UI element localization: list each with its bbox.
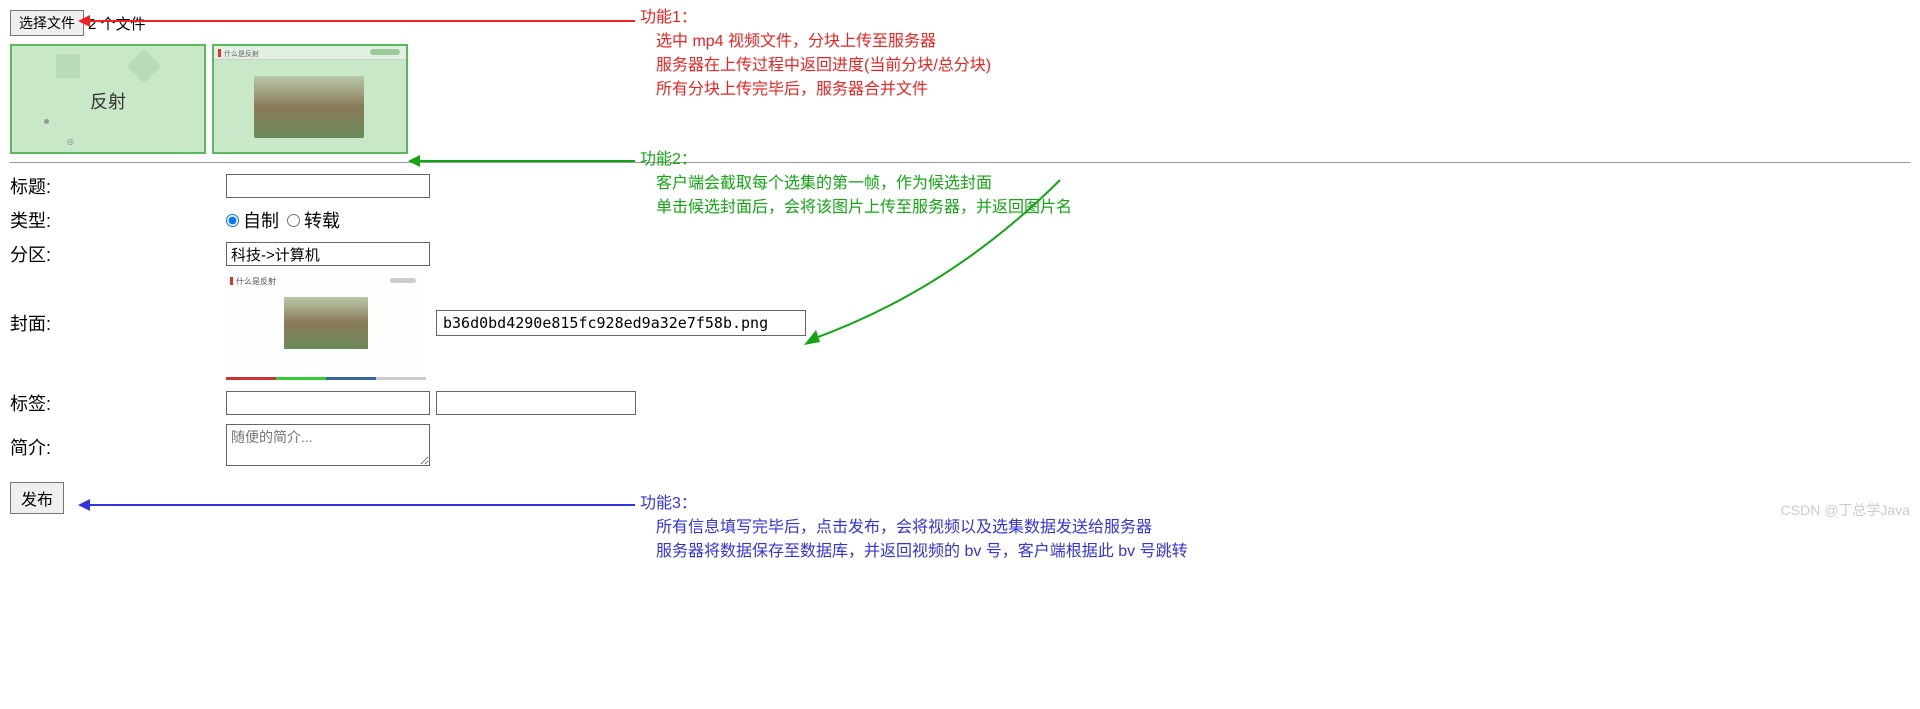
tag-input-1[interactable]: [226, 391, 430, 415]
category-label: 分区:: [10, 241, 226, 267]
type-opt2-label: 转载: [304, 207, 340, 233]
thumb1-caption: 反射: [12, 88, 204, 114]
tag-label: 标签:: [10, 390, 226, 416]
watermark: CSDN @丁总学Java: [1781, 500, 1910, 520]
arrow-feature2-curve: [810, 320, 812, 322]
file-count-text: 2 个文件: [88, 13, 146, 34]
thumbnail-1[interactable]: 反射 ◎: [10, 44, 206, 154]
choose-file-button[interactable]: 选择文件: [10, 10, 84, 36]
cover-filename-input[interactable]: [436, 310, 806, 336]
type-radio-self[interactable]: [226, 214, 239, 227]
publish-button[interactable]: 发布: [10, 482, 64, 514]
progress-colorbar: [226, 377, 426, 380]
callout-feature1: 功能1： 选中 mp4 视频文件，分块上传至服务器 服务器在上传过程中返回进度(…: [640, 6, 991, 102]
thumb1-footer: ◎: [67, 137, 74, 146]
title-label: 标题:: [10, 173, 226, 199]
desc-label: 简介:: [10, 424, 226, 460]
arrow-feature3: [80, 504, 635, 506]
type-label: 类型:: [10, 207, 226, 233]
title-input[interactable]: [226, 174, 430, 198]
type-opt1-label: 自制: [243, 207, 279, 233]
cover-thumbnail[interactable]: 什么是反射: [226, 275, 422, 371]
cover-label: 封面:: [10, 310, 226, 336]
description-textarea[interactable]: [226, 424, 430, 466]
category-input[interactable]: [226, 242, 430, 266]
type-radio-repost[interactable]: [287, 214, 300, 227]
cover-thumb-title: 什么是反射: [236, 276, 276, 287]
thumb2-title: 什么是反射: [224, 49, 259, 59]
thumbnail-2[interactable]: 什么是反射: [212, 44, 408, 154]
tag-input-2[interactable]: [436, 391, 636, 415]
callout-feature3: 功能3： 所有信息填写完毕后，点击发布，会将视频以及选集数据发送给服务器 服务器…: [640, 492, 1188, 564]
callout-feature2: 功能2： 客户端会截取每个选集的第一帧，作为候选封面 单击候选封面后，会将该图片…: [640, 148, 1072, 220]
